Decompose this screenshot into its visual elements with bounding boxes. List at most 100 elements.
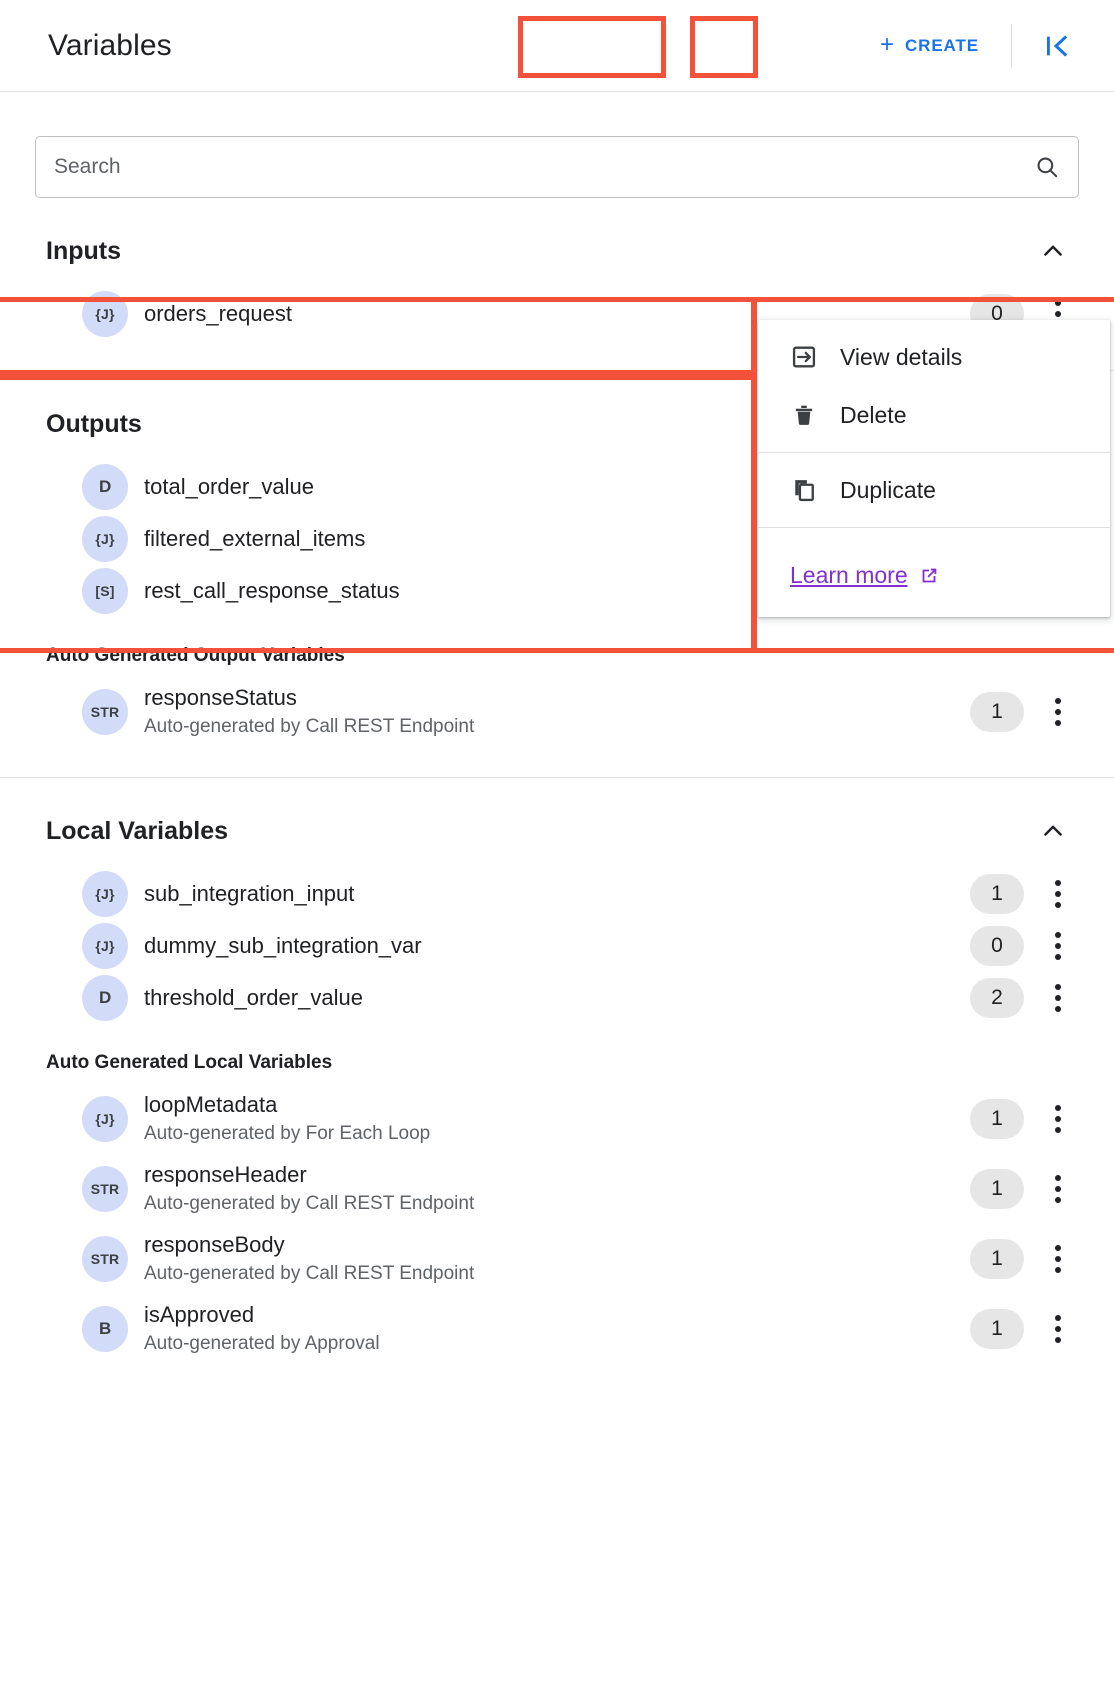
header-actions: + CREATE xyxy=(862,22,1084,70)
page-title: Variables xyxy=(48,28,172,62)
variable-name: responseHeader xyxy=(144,1162,307,1188)
variable-count: 2 xyxy=(970,978,1024,1018)
more-vert-icon[interactable] xyxy=(1038,1105,1078,1133)
type-badge-json: {J} xyxy=(82,516,128,562)
variable-name: responseStatus xyxy=(144,685,297,711)
variable-row[interactable]: STR responseHeader Auto-generated by Cal… xyxy=(46,1154,1084,1224)
chevron-up-icon[interactable] xyxy=(1039,817,1067,845)
type-badge-json: {J} xyxy=(82,1096,128,1142)
variable-row[interactable]: D threshold_order_value 2 xyxy=(46,972,1084,1024)
external-link-icon xyxy=(922,568,936,582)
type-badge-json: {J} xyxy=(82,291,128,337)
variable-count: 1 xyxy=(970,692,1024,732)
type-badge-boolean: B xyxy=(82,1306,128,1352)
variable-text: sub_integration_input xyxy=(144,880,970,908)
plus-icon: + xyxy=(880,30,895,58)
variable-context-menu: View details Delete Duplicate Learn more xyxy=(758,320,1110,617)
variable-name: isApproved xyxy=(144,1302,255,1328)
more-vert-icon[interactable] xyxy=(1038,1245,1078,1273)
more-vert-icon[interactable] xyxy=(1038,984,1078,1012)
header-divider xyxy=(1011,23,1012,68)
subgroup-title-auto-local: Auto Generated Local Variables xyxy=(46,1052,333,1073)
search-input[interactable] xyxy=(54,155,1034,179)
section-header-local-variables[interactable]: Local Variables xyxy=(46,794,1084,868)
more-vert-icon[interactable] xyxy=(1038,932,1078,960)
variable-text: responseStatus Auto-generated by Call RE… xyxy=(144,684,970,739)
section-local-variables: Local Variables {J} sub_integration_inpu… xyxy=(0,794,1114,1364)
variable-text: responseBody Auto-generated by Call REST… xyxy=(144,1231,970,1286)
variable-row[interactable]: {J} dummy_sub_integration_var 0 xyxy=(46,920,1084,972)
type-badge-string-array: [S] xyxy=(82,568,128,614)
variable-count: 1 xyxy=(970,1239,1024,1279)
variable-row[interactable]: B isApproved Auto-generated by Approval … xyxy=(46,1294,1084,1364)
context-menu-label: View details xyxy=(840,343,963,370)
view-details-icon xyxy=(792,346,816,368)
trash-icon xyxy=(795,405,813,425)
more-vert-icon[interactable] xyxy=(1038,698,1078,726)
more-vert-icon[interactable] xyxy=(1038,1175,1078,1203)
variable-count: 0 xyxy=(970,926,1024,966)
variable-row[interactable]: STR responseStatus Auto-generated by Cal… xyxy=(46,677,1084,747)
type-badge-double: D xyxy=(82,975,128,1021)
variable-subtitle: Auto-generated by Call REST Endpoint xyxy=(144,1192,475,1214)
section-header-inputs[interactable]: Inputs xyxy=(46,214,1084,288)
rows-local-variables: {J} sub_integration_input 1 {J} dummy_su… xyxy=(46,868,1084,1024)
type-badge-double: D xyxy=(82,464,128,510)
variable-count: 1 xyxy=(970,874,1024,914)
variable-subtitle: Auto-generated by Call REST Endpoint xyxy=(144,715,475,737)
variable-row[interactable]: {J} loopMetadata Auto-generated by For E… xyxy=(46,1084,1084,1154)
type-badge-json: {J} xyxy=(82,923,128,969)
variable-text: responseHeader Auto-generated by Call RE… xyxy=(144,1161,970,1216)
section-title-outputs: Outputs xyxy=(46,409,142,438)
collapse-panel-button[interactable] xyxy=(1030,23,1084,69)
search-box[interactable] xyxy=(35,136,1079,198)
variable-row[interactable]: STR responseBody Auto-generated by Call … xyxy=(46,1224,1084,1294)
variable-text: loopMetadata Auto-generated by For Each … xyxy=(144,1091,970,1146)
variable-count: 1 xyxy=(970,1099,1024,1139)
variable-text: isApproved Auto-generated by Approval xyxy=(144,1301,970,1356)
variable-row[interactable]: {J} sub_integration_input 1 xyxy=(46,868,1084,920)
chevron-up-icon[interactable] xyxy=(1039,237,1067,265)
context-menu-separator xyxy=(758,452,1110,453)
context-menu-separator xyxy=(758,527,1110,528)
context-menu-item-duplicate[interactable]: Duplicate xyxy=(758,461,1110,519)
context-menu-label: Delete xyxy=(840,401,907,428)
context-menu-item-delete[interactable]: Delete xyxy=(758,386,1110,444)
variable-subtitle: Auto-generated by Call REST Endpoint xyxy=(144,1262,475,1284)
variable-name: loopMetadata xyxy=(144,1092,278,1118)
type-badge-str: STR xyxy=(82,689,128,735)
context-menu-learn-more: Learn more xyxy=(758,536,1110,617)
variables-panel: Variables + CREATE Search Inputs {J} ord… xyxy=(0,0,1114,1696)
variable-name: responseBody xyxy=(144,1232,285,1258)
learn-more-link[interactable]: Learn more xyxy=(790,562,940,589)
search-area xyxy=(0,92,1114,198)
variable-count: 1 xyxy=(970,1309,1024,1349)
rows-auto-output: STR responseStatus Auto-generated by Cal… xyxy=(46,677,1084,747)
learn-more-label: Learn more xyxy=(790,562,908,588)
panel-header: Variables + CREATE xyxy=(0,0,1114,92)
collapse-panel-icon xyxy=(1047,34,1068,57)
type-badge-str: STR xyxy=(82,1236,128,1282)
create-button[interactable]: + CREATE xyxy=(862,22,997,70)
search-icon[interactable] xyxy=(1034,154,1060,180)
variable-subtitle: Auto-generated by Approval xyxy=(144,1332,380,1354)
section-title-local-variables: Local Variables xyxy=(46,816,229,845)
section-divider xyxy=(0,777,1114,778)
section-title-inputs: Inputs xyxy=(46,236,121,265)
variable-count: 1 xyxy=(970,1169,1024,1209)
variable-text: threshold_order_value xyxy=(144,984,970,1012)
subgroup-title-auto-output: Auto Generated Output Variables xyxy=(46,645,345,666)
more-vert-icon[interactable] xyxy=(1038,1315,1078,1343)
variable-name: dummy_sub_integration_var xyxy=(144,933,422,959)
context-menu-label: Duplicate xyxy=(840,476,936,503)
type-badge-json: {J} xyxy=(82,871,128,917)
variable-name: sub_integration_input xyxy=(144,881,355,907)
rows-auto-local: {J} loopMetadata Auto-generated by For E… xyxy=(46,1084,1084,1364)
context-menu-item-view-details[interactable]: View details xyxy=(758,328,1110,386)
more-vert-icon[interactable] xyxy=(1038,880,1078,908)
variable-name: threshold_order_value xyxy=(144,985,363,1011)
variable-subtitle: Auto-generated by For Each Loop xyxy=(144,1122,431,1144)
duplicate-icon xyxy=(795,480,814,502)
type-badge-str: STR xyxy=(82,1166,128,1212)
create-button-label: CREATE xyxy=(904,35,979,55)
